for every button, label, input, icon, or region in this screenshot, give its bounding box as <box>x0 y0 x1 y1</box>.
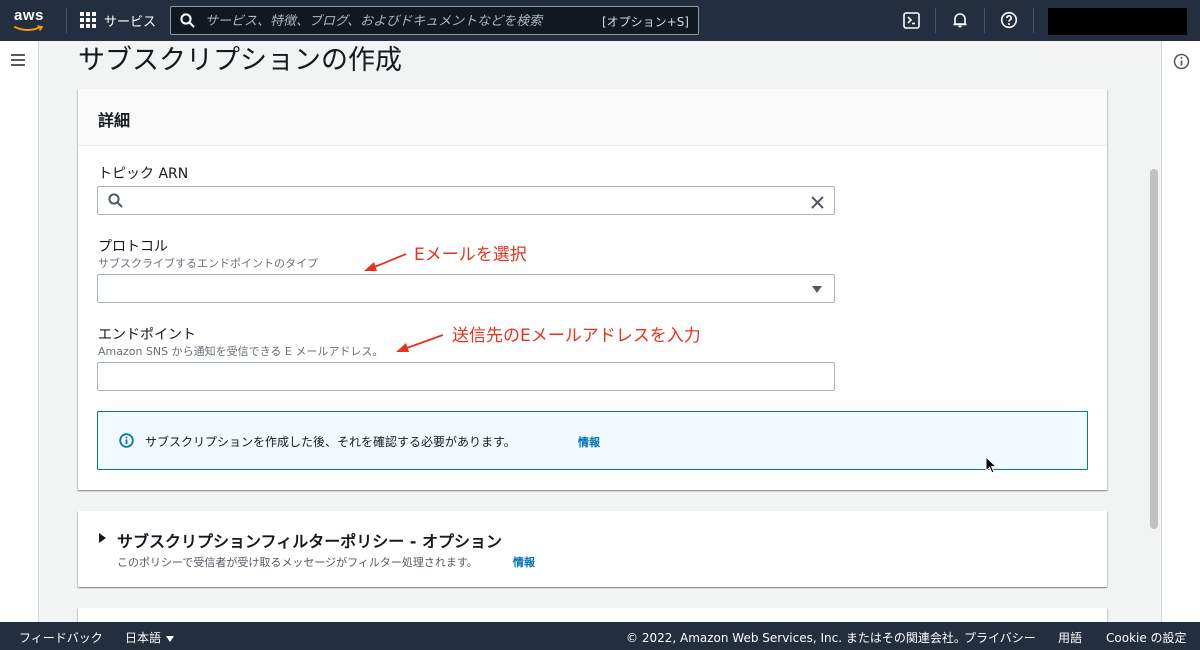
search-icon <box>108 193 123 212</box>
scrollbar-thumb[interactable] <box>1150 169 1158 529</box>
endpoint-description: Amazon SNS から通知を受信できる E メールアドレス。 <box>98 345 384 358</box>
grid-icon <box>80 12 96 28</box>
protocol-select[interactable] <box>97 274 835 303</box>
topic-arn-label: トピック ARN <box>98 166 189 182</box>
filter-policy-description: このポリシーで受信者が受け取るメッセージがフィルター処理されます。 <box>117 556 478 569</box>
mouse-cursor-icon <box>985 456 998 474</box>
topic-arn-field[interactable] <box>97 186 835 215</box>
info-icon <box>119 433 134 452</box>
caret-down-icon <box>166 635 175 642</box>
protocol-description: サブスクライブするエンドポイントのタイプ <box>98 257 318 270</box>
nav-divider <box>984 8 985 33</box>
global-search-input[interactable] <box>205 11 585 31</box>
filter-policy-title[interactable]: サブスクリプションフィルターポリシー - オプション <box>117 528 502 552</box>
search-icon <box>180 13 195 32</box>
page-scrollbar[interactable] <box>1147 41 1161 622</box>
nav-divider <box>66 8 67 33</box>
help-icon[interactable] <box>999 10 1019 30</box>
caret-down-icon <box>812 286 822 293</box>
cloudshell-icon[interactable] <box>901 10 921 30</box>
details-panel-header: 詳細 <box>78 89 1107 146</box>
language-label: 日本語 <box>125 631 162 645</box>
bell-icon[interactable] <box>950 10 970 30</box>
language-selector[interactable]: 日本語 <box>125 629 175 646</box>
aws-smile-icon <box>14 25 44 31</box>
global-search[interactable]: [オプション+S] <box>170 6 699 35</box>
endpoint-input[interactable] <box>106 367 806 387</box>
hamburger-menu-icon[interactable] <box>11 54 27 68</box>
expand-caret-icon[interactable] <box>99 533 106 543</box>
search-shortcut-hint: [オプション+S] <box>601 15 689 29</box>
info-alert: サブスクリプションを作成した後、それを確認する必要があります。 情報 <box>97 411 1088 470</box>
nav-divider <box>1033 8 1034 33</box>
endpoint-label: エンドポイント <box>98 327 196 343</box>
aws-logo-text: aws <box>14 7 44 24</box>
terms-link[interactable]: 用語 <box>1058 629 1082 646</box>
details-panel: 詳細 トピック ARN プロトコル サブスクライブするエンドポイントのタイプ エ… <box>78 89 1107 490</box>
privacy-link[interactable]: プライバシー <box>964 629 1036 646</box>
protocol-label: プロトコル <box>98 239 168 255</box>
details-heading: 詳細 <box>98 111 131 130</box>
account-menu[interactable] <box>1048 8 1187 35</box>
filter-policy-panel: サブスクリプションフィルターポリシー - オプション このポリシーで受信者が受け… <box>78 511 1107 587</box>
annotation-protocol-note: Eメールを選択 <box>414 245 527 265</box>
nav-divider <box>935 8 936 33</box>
clear-icon[interactable] <box>811 194 824 213</box>
cookie-settings-link[interactable]: Cookie の設定 <box>1106 629 1187 646</box>
alert-info-link[interactable]: 情報 <box>578 434 600 450</box>
footer: フィードバック 日本語 © 2022, Amazon Web Services,… <box>0 622 1200 650</box>
aws-logo[interactable]: aws <box>14 8 54 34</box>
alert-text: サブスクリプションを作成した後、それを確認する必要があります。 <box>145 435 516 449</box>
left-side-rail <box>0 41 39 622</box>
copyright-text: © 2022, Amazon Web Services, Inc. またはその関… <box>626 631 966 645</box>
info-panel-icon[interactable] <box>1173 53 1190 74</box>
topic-arn-input[interactable] <box>128 191 788 211</box>
filter-policy-info-link[interactable]: 情報 <box>513 554 535 570</box>
page-title: サブスクリプションの作成 <box>78 45 402 76</box>
feedback-link[interactable]: フィードバック <box>19 629 103 646</box>
services-menu-button[interactable]: サービス <box>80 9 156 31</box>
right-side-rail <box>1161 41 1200 622</box>
top-nav: aws サービス [オプション+S] <box>0 0 1200 41</box>
annotation-endpoint-note: 送信先のEメールアドレスを入力 <box>452 326 701 346</box>
endpoint-field[interactable] <box>97 362 835 391</box>
services-label: サービス <box>104 14 157 30</box>
